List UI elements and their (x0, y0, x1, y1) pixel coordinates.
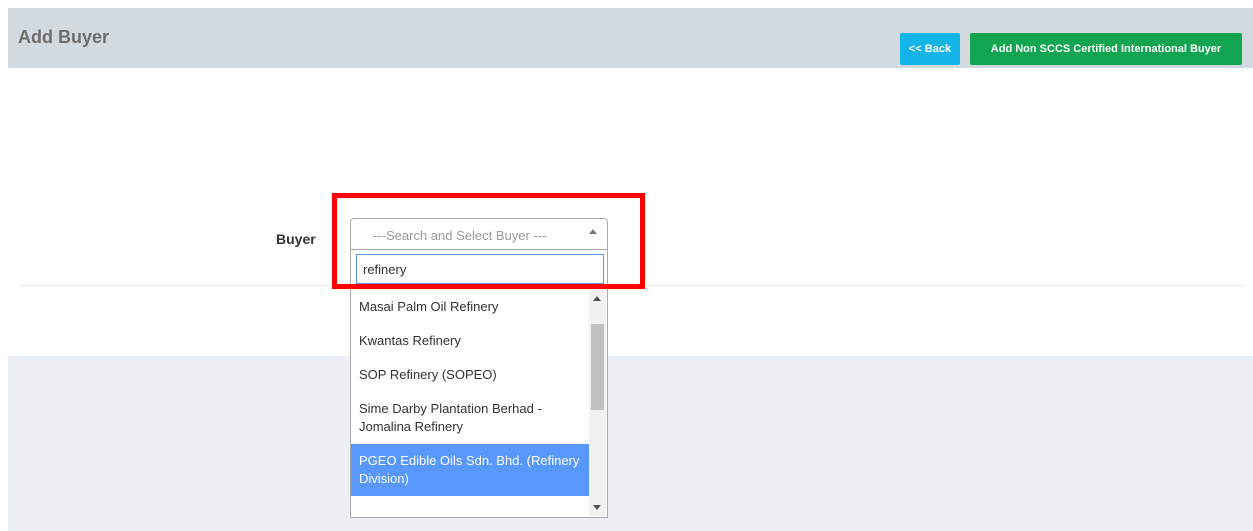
result-item[interactable]: SOP Refinery (SOPEO) (351, 358, 589, 392)
page-title: Add Buyer (18, 27, 110, 47)
results-list: Masai Palm Oil Refinery Kwantas Refinery S… (351, 290, 589, 516)
result-item[interactable]: Sime Darby Plantation Berhad - Jomalina … (351, 392, 589, 444)
result-item[interactable]: PGEO Edible Oils Sdn. Bhd. (Refinery Div… (351, 444, 589, 496)
result-item[interactable]: Kwantas Refinery (351, 324, 589, 358)
footer-band (8, 356, 1253, 531)
scroll-up-arrow-icon[interactable] (593, 296, 601, 301)
buyer-dropdown: Masai Palm Oil RefineryKwantas RefineryS… (350, 250, 608, 518)
page-header: Add Buyer << Back Add Non SCCS Certified… (8, 8, 1253, 68)
scrollbar-thumb[interactable] (591, 324, 604, 410)
scroll-down-arrow-icon[interactable] (593, 505, 601, 510)
annotation-highlight-box (332, 193, 645, 289)
buyer-label: Buyer (276, 231, 316, 247)
scrollbar[interactable] (589, 290, 606, 516)
add-international-buyer-button[interactable]: Add Non SCCS Certified International Buy… (970, 33, 1242, 65)
result-item[interactable]: Masai Palm Oil Refinery (351, 290, 589, 324)
back-button[interactable]: << Back (900, 33, 960, 65)
